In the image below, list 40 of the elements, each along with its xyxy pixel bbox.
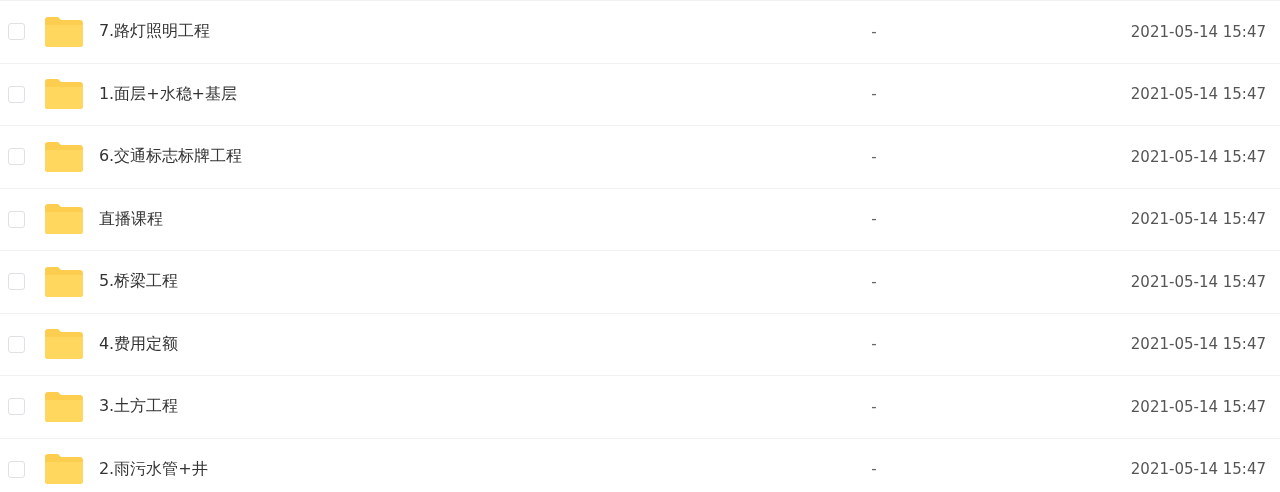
file-name[interactable]: 7.路灯照明工程	[98, 21, 858, 43]
modified-date: 2021-05-14 15:47	[1130, 147, 1266, 166]
file-name[interactable]: 6.交通标志标牌工程	[98, 146, 858, 168]
file-name[interactable]: 1.面层+水稳+基层	[98, 83, 858, 105]
folder-icon	[44, 329, 83, 360]
file-size: -	[870, 397, 878, 416]
file-size: -	[870, 460, 878, 479]
modified-date: 2021-05-14 15:47	[1130, 210, 1266, 229]
checkbox[interactable]	[8, 23, 25, 41]
modified-date: 2021-05-14 15:47	[1130, 335, 1266, 354]
checkbox[interactable]	[8, 148, 25, 166]
checkbox[interactable]	[8, 398, 25, 416]
file-name[interactable]: 5.桥梁工程	[98, 271, 858, 293]
file-size: -	[870, 210, 878, 229]
file-size: -	[870, 335, 878, 354]
modified-date: 2021-05-14 15:47	[1130, 397, 1266, 416]
modified-date: 2021-05-14 15:47	[1130, 85, 1266, 104]
folder-icon	[44, 141, 83, 172]
file-name[interactable]: 3.土方工程	[98, 396, 858, 418]
checkbox[interactable]	[8, 460, 25, 478]
folder-icon	[44, 454, 83, 485]
checkbox[interactable]	[8, 210, 25, 228]
checkbox[interactable]	[8, 273, 25, 291]
folder-icon	[44, 79, 83, 110]
file-name[interactable]: 直播课程	[98, 208, 858, 230]
folder-icon	[44, 266, 83, 297]
checkbox[interactable]	[8, 335, 25, 353]
file-size: -	[870, 147, 878, 166]
modified-date: 2021-05-14 15:47	[1130, 460, 1266, 479]
folder-icon	[44, 204, 83, 235]
file-size: -	[870, 85, 878, 104]
folder-icon	[44, 16, 83, 47]
modified-date: 2021-05-14 15:47	[1130, 272, 1266, 291]
modified-date: 2021-05-14 15:47	[1130, 22, 1266, 41]
file-size: -	[870, 22, 878, 41]
file-name[interactable]: 4.费用定额	[98, 333, 858, 355]
file-name[interactable]: 2.雨污水管+井	[98, 458, 858, 480]
folder-icon	[44, 391, 83, 422]
checkbox[interactable]	[8, 85, 25, 103]
file-size: -	[870, 272, 878, 291]
